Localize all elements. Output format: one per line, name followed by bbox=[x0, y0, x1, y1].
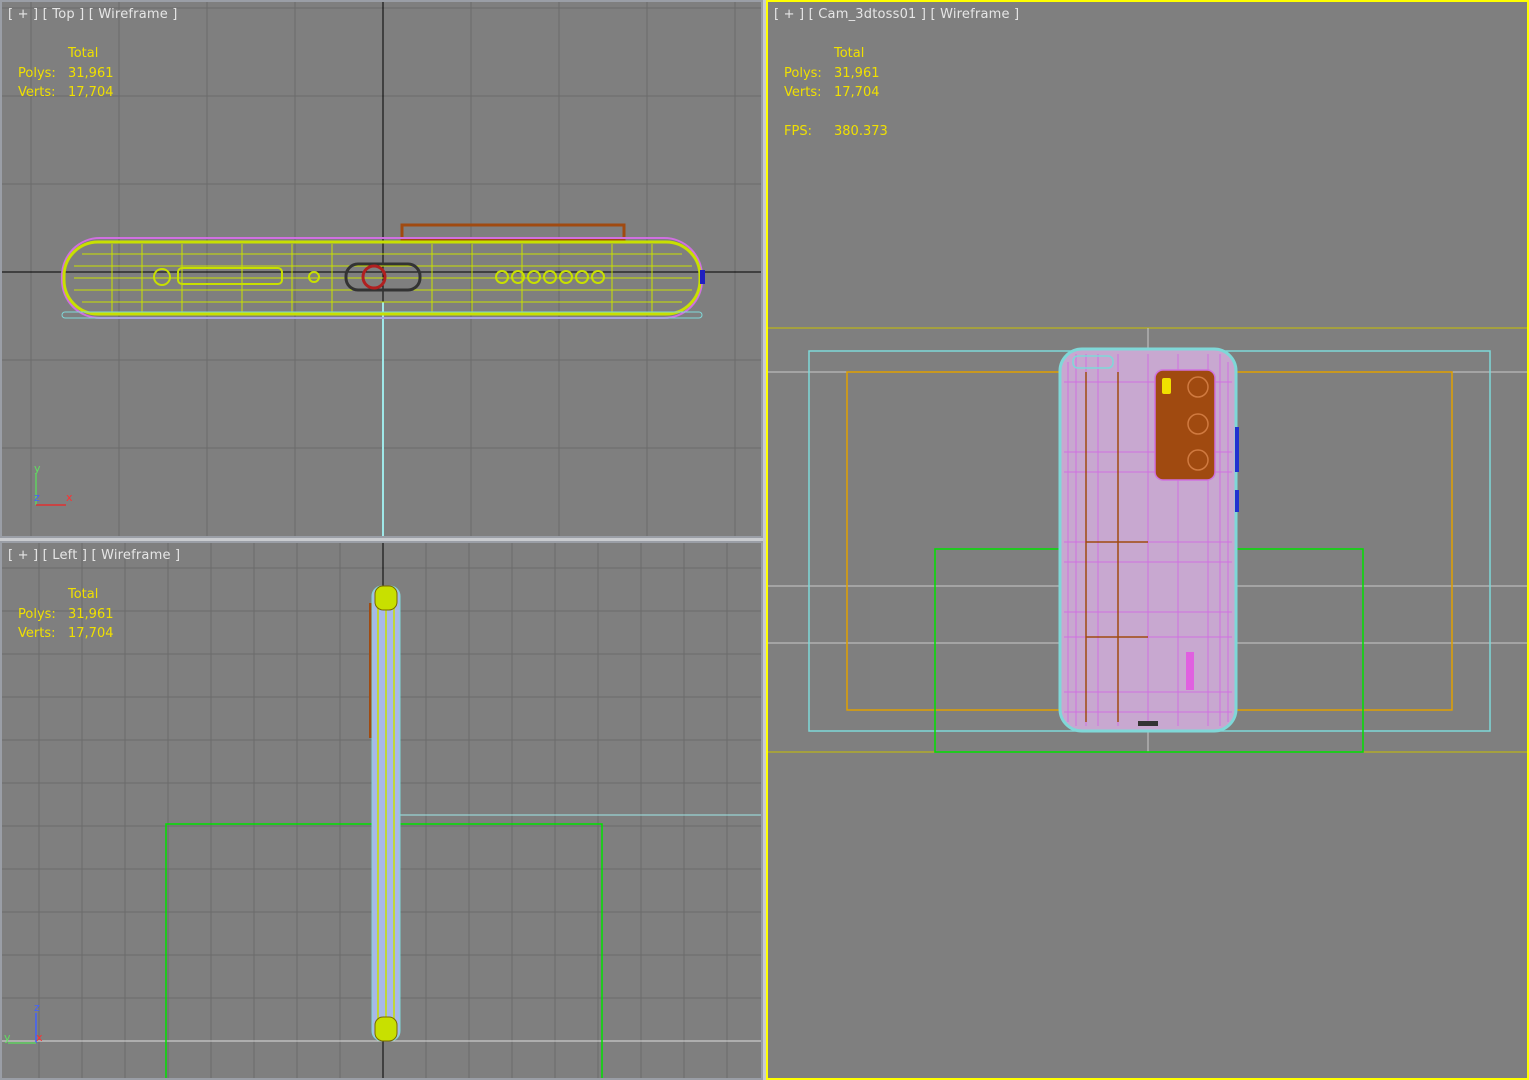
axis-tripod-left: z y x bbox=[4, 1001, 43, 1044]
phone-wireframe-left[interactable] bbox=[369, 585, 401, 1042]
viewport-view-menu[interactable]: [ Cam_3dtoss01 ] bbox=[809, 7, 926, 22]
viewport-menu-plus[interactable]: [ + ] bbox=[8, 7, 38, 22]
verts-value: 17,704 bbox=[834, 85, 880, 100]
phone-slot bbox=[177, 267, 283, 285]
statistics-overlay: Total Polys: 31,961 Verts: 17,704 bbox=[18, 44, 114, 103]
viewport-camera-label: [ + ] [ Cam_3dtoss01 ] [ Wireframe ] bbox=[774, 7, 1019, 22]
viewport-view-menu[interactable]: [ Top ] bbox=[43, 7, 85, 22]
side-button-power bbox=[1235, 490, 1239, 512]
usb-port-selection bbox=[361, 264, 387, 290]
camera-flash bbox=[1162, 378, 1171, 394]
polys-value: 31,961 bbox=[834, 65, 880, 81]
phone-hole-mid bbox=[308, 271, 320, 283]
polys-label: Polys: bbox=[18, 65, 56, 81]
axis-tripod-top: y z x bbox=[34, 462, 73, 506]
viewport-camera[interactable]: [ + ] [ Cam_3dtoss01 ] [ Wireframe ] Tot… bbox=[766, 0, 1529, 1080]
polys-value: 31,961 bbox=[68, 65, 114, 81]
stats-header: Total bbox=[68, 587, 99, 602]
viewport-shading-menu[interactable]: [ Wireframe ] bbox=[930, 7, 1019, 22]
viewport-view-menu[interactable]: [ Left ] bbox=[43, 548, 87, 563]
axis-label: y bbox=[34, 462, 41, 475]
viewport-top-canvas[interactable]: y z x bbox=[2, 2, 761, 536]
verts-value: 17,704 bbox=[68, 85, 114, 100]
stats-header: Total bbox=[834, 46, 865, 61]
axis-label: z bbox=[34, 491, 40, 504]
fps-label: FPS: bbox=[784, 124, 812, 139]
polys-value: 31,961 bbox=[68, 606, 114, 622]
viewport-menu-plus[interactable]: [ + ] bbox=[774, 7, 804, 22]
phone-back-logo bbox=[1186, 652, 1194, 690]
viewport-shading-menu[interactable]: [ Wireframe ] bbox=[91, 548, 180, 563]
verts-value: 17,704 bbox=[68, 626, 114, 641]
viewport-left[interactable]: z y x [ + ] [ Left ] [ Wireframe ] Total… bbox=[0, 541, 763, 1080]
viewport-menu-plus[interactable]: [ + ] bbox=[8, 548, 38, 563]
viewport-shading-menu[interactable]: [ Wireframe ] bbox=[89, 7, 178, 22]
stats-header: Total bbox=[68, 46, 99, 61]
fps-value: 380.373 bbox=[834, 124, 888, 139]
phone-side-top bbox=[374, 585, 398, 611]
viewport-left-canvas[interactable]: z y x bbox=[2, 543, 761, 1078]
verts-label: Verts: bbox=[784, 85, 822, 100]
speaker-grille bbox=[495, 270, 605, 284]
verts-label: Verts: bbox=[18, 626, 56, 641]
viewport-camera-canvas[interactable] bbox=[768, 2, 1527, 1078]
polys-label: Polys: bbox=[18, 606, 56, 622]
phone-hole-left bbox=[153, 268, 171, 286]
axis-label: x bbox=[36, 1031, 43, 1044]
statistics-overlay: Total Polys: 31,961 Verts: 17,704 FPS: 380.… bbox=[784, 44, 888, 142]
viewport-left-label: [ + ] [ Left ] [ Wireframe ] bbox=[8, 548, 180, 563]
viewport-top[interactable]: y z x [ + ] [ Top ] [ Wireframe ] Total … bbox=[0, 0, 763, 538]
camera-bump-top bbox=[400, 223, 626, 241]
polys-label: Polys: bbox=[784, 65, 822, 81]
phone-wireframe-back[interactable] bbox=[1058, 347, 1239, 733]
axis-label: x bbox=[66, 491, 73, 504]
phone-wire-lines-top bbox=[74, 244, 692, 312]
axis-label: y bbox=[4, 1031, 11, 1044]
side-button-top bbox=[700, 270, 705, 284]
side-button-volume bbox=[1235, 427, 1239, 472]
statistics-overlay: Total Polys: 31,961 Verts: 17,704 bbox=[18, 585, 114, 644]
phone-back-bottom-port bbox=[1138, 721, 1158, 726]
stats-spacer bbox=[784, 103, 888, 123]
axis-label: z bbox=[34, 1001, 40, 1014]
phone-side-bottom bbox=[374, 1016, 398, 1042]
viewport-top-label: [ + ] [ Top ] [ Wireframe ] bbox=[8, 7, 178, 22]
verts-label: Verts: bbox=[18, 85, 56, 100]
